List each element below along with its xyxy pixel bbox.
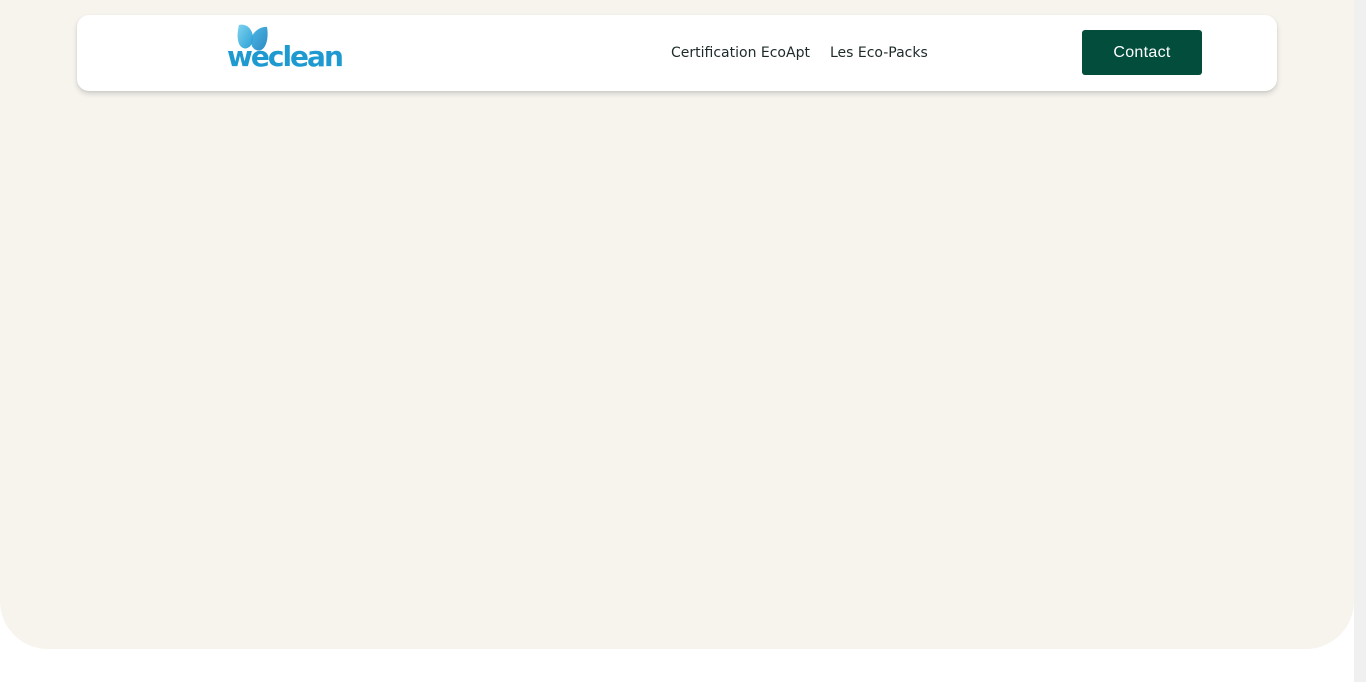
page-scrollbar[interactable] — [1354, 0, 1366, 682]
nav-link-eco-packs[interactable]: Les Eco-Packs — [830, 43, 928, 63]
navbar: weclean Certification EcoApt Les Eco-Pac… — [77, 15, 1277, 91]
logo-wordmark: weclean — [227, 40, 344, 73]
page: weclean Certification EcoApt Les Eco-Pac… — [0, 0, 1366, 682]
hero-section — [0, 0, 1354, 649]
logo-link[interactable]: weclean — [227, 23, 344, 81]
nav-link-certification-ecoapt[interactable]: Certification EcoApt — [671, 43, 810, 63]
main-nav: Certification EcoApt Les Eco-Packs — [671, 43, 928, 63]
contact-button[interactable]: Contact — [1082, 30, 1202, 75]
